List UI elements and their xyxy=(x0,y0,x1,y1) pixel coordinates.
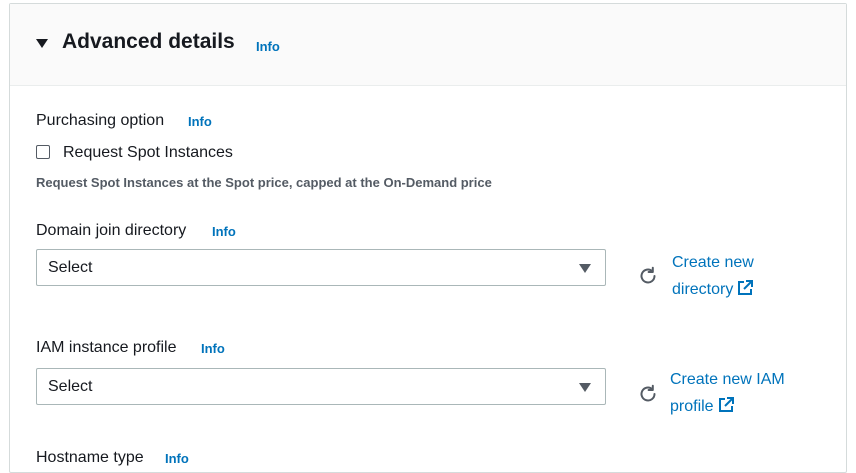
section-info-link[interactable]: Info xyxy=(256,39,280,54)
refresh-icon[interactable] xyxy=(637,265,659,287)
advanced-details-header[interactable]: Advanced details Info xyxy=(10,4,846,86)
domain-join-select[interactable]: Select xyxy=(36,249,606,286)
dropdown-caret-icon xyxy=(579,383,591,392)
domain-join-select-value: Select xyxy=(48,259,93,276)
create-iam-profile-link-line1: Create new IAM xyxy=(670,371,785,388)
domain-join-label: Domain join directory xyxy=(36,222,187,239)
hostname-type-label: Hostname type xyxy=(36,449,144,466)
iam-profile-label: IAM instance profile xyxy=(36,339,177,356)
request-spot-checkbox[interactable] xyxy=(36,145,50,159)
create-directory-link-line2: directory xyxy=(672,281,734,298)
external-link-icon xyxy=(718,397,734,412)
section-title[interactable]: Advanced details xyxy=(62,30,235,54)
iam-profile-select-value: Select xyxy=(48,378,93,395)
iam-profile-select[interactable]: Select xyxy=(36,368,606,405)
advanced-details-panel: Advanced details Info Purchasing option … xyxy=(9,3,847,473)
create-iam-profile-link[interactable]: Create new IAM profile xyxy=(670,366,785,420)
hostname-type-info-link[interactable]: Info xyxy=(165,451,189,466)
create-directory-link-line1: Create new xyxy=(672,254,754,271)
external-link-icon xyxy=(738,280,754,295)
purchasing-option-info-link[interactable]: Info xyxy=(188,114,212,129)
caret-down-icon[interactable] xyxy=(36,39,48,48)
refresh-icon[interactable] xyxy=(637,383,659,405)
dropdown-caret-icon xyxy=(579,264,591,273)
purchasing-option-label: Purchasing option xyxy=(36,112,165,129)
iam-profile-info-link[interactable]: Info xyxy=(201,341,225,356)
create-iam-profile-link-line2: profile xyxy=(670,398,714,415)
create-directory-link[interactable]: Create new directory xyxy=(672,249,754,303)
request-spot-description: Request Spot Instances at the Spot price… xyxy=(36,175,492,190)
domain-join-info-link[interactable]: Info xyxy=(212,224,236,239)
request-spot-label[interactable]: Request Spot Instances xyxy=(63,144,233,162)
